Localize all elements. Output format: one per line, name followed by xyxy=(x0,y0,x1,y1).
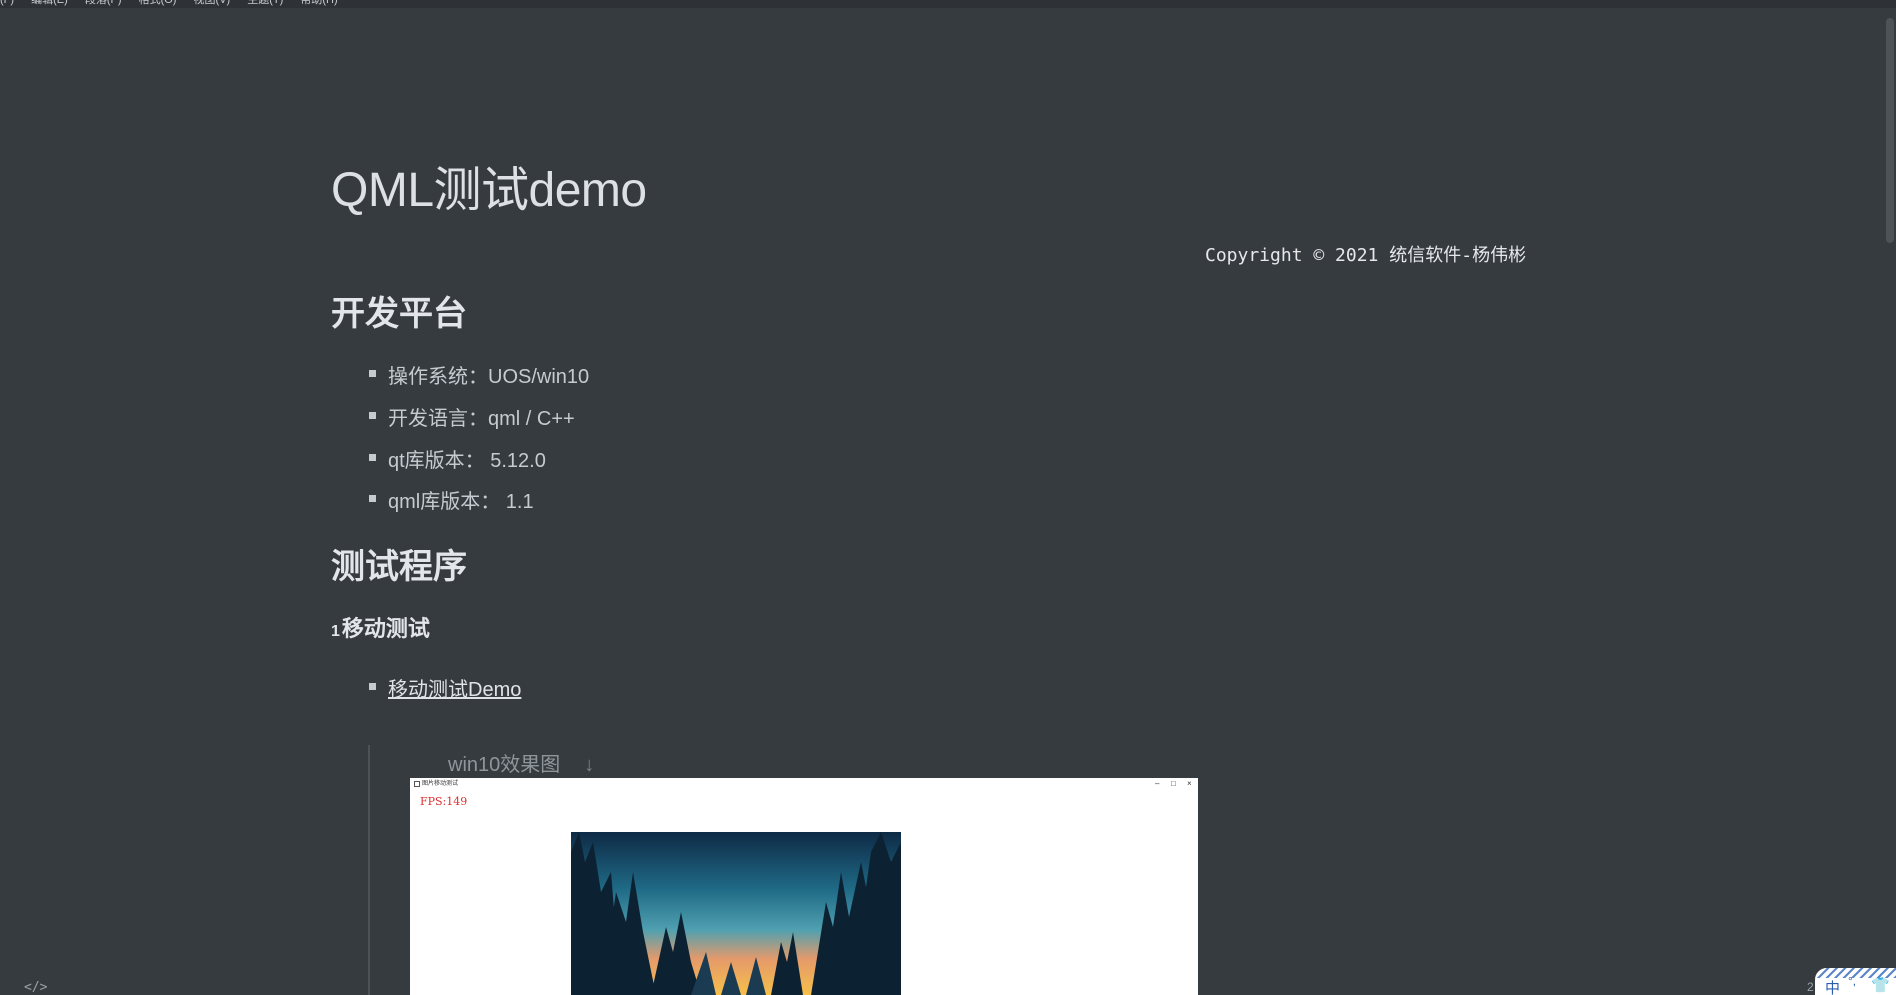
menu-edit[interactable]: 编辑(E) xyxy=(31,0,68,6)
menu-format[interactable]: 格式(O) xyxy=(139,0,177,6)
menu-help[interactable]: 帮助(H) xyxy=(300,0,337,6)
shirt-icon[interactable]: 👕 xyxy=(1871,976,1890,994)
heading-platform: 开发平台 xyxy=(331,295,467,333)
list-item: 移动测试Demo xyxy=(369,673,521,702)
menu-view[interactable]: 视图(V) xyxy=(194,0,231,6)
ime-mode-toggle[interactable]: 中 xyxy=(1825,977,1840,995)
ime-punct-toggle[interactable]: °, xyxy=(1848,974,1856,988)
heading-test-program: 测试程序 xyxy=(331,548,467,586)
list-item: qt库版本： 5.12.0 xyxy=(369,444,546,473)
app-icon xyxy=(414,781,420,787)
source-code-icon[interactable]: </> xyxy=(24,980,47,995)
list-item: 开发语言：qml / C++ xyxy=(369,402,575,431)
blockquote-bar xyxy=(368,745,370,995)
move-test-demo-link[interactable]: 移动测试Demo xyxy=(388,679,521,701)
list-item: 操作系统：UOS/win10 xyxy=(369,360,589,389)
subheading-number: 1 xyxy=(331,623,340,640)
bullet-icon xyxy=(369,454,376,461)
menu-bar: (F) 编辑(E) 段落(P) 格式(O) 视图(V) 主题(T) 帮助(H) xyxy=(0,0,1896,8)
demo-screenshot[interactable]: 图片移动测试 – □ × FPS:149 xyxy=(410,778,1198,995)
copyright-text: Copyright © 2021 统信软件-杨伟彬 xyxy=(1205,245,1527,266)
bullet-icon xyxy=(369,495,376,502)
menu-theme[interactable]: 主题(T) xyxy=(247,0,283,6)
subheading-move-test: 1移动测试 xyxy=(331,616,430,641)
menu-paragraph[interactable]: 段落(P) xyxy=(85,0,122,6)
list-item: qml库版本： 1.1 xyxy=(369,485,534,514)
forest-sunset-image xyxy=(571,832,901,995)
ime-toolbar[interactable]: 中 °, 👕 xyxy=(1815,968,1896,995)
down-arrow-icon: ↓ xyxy=(584,754,595,776)
demo-window-title: 图片移动测试 xyxy=(422,781,459,787)
document-title: QML测试demo xyxy=(331,164,647,217)
maximize-icon: □ xyxy=(1171,779,1176,788)
bullet-icon xyxy=(369,683,376,690)
demo-window-titlebar: 图片移动测试 – □ × xyxy=(410,778,1198,790)
scrollbar-thumb[interactable] xyxy=(1886,18,1894,243)
bullet-icon xyxy=(369,370,376,377)
image-caption: win10效果图 ↓ xyxy=(448,754,595,776)
vertical-scrollbar[interactable] xyxy=(1882,8,1896,995)
minimize-icon: – xyxy=(1155,779,1160,788)
fps-counter: FPS:149 xyxy=(420,795,468,808)
page-number: 2 xyxy=(1807,980,1814,994)
close-icon: × xyxy=(1187,779,1192,788)
menu-file[interactable]: (F) xyxy=(0,0,14,6)
bullet-icon xyxy=(369,412,376,419)
